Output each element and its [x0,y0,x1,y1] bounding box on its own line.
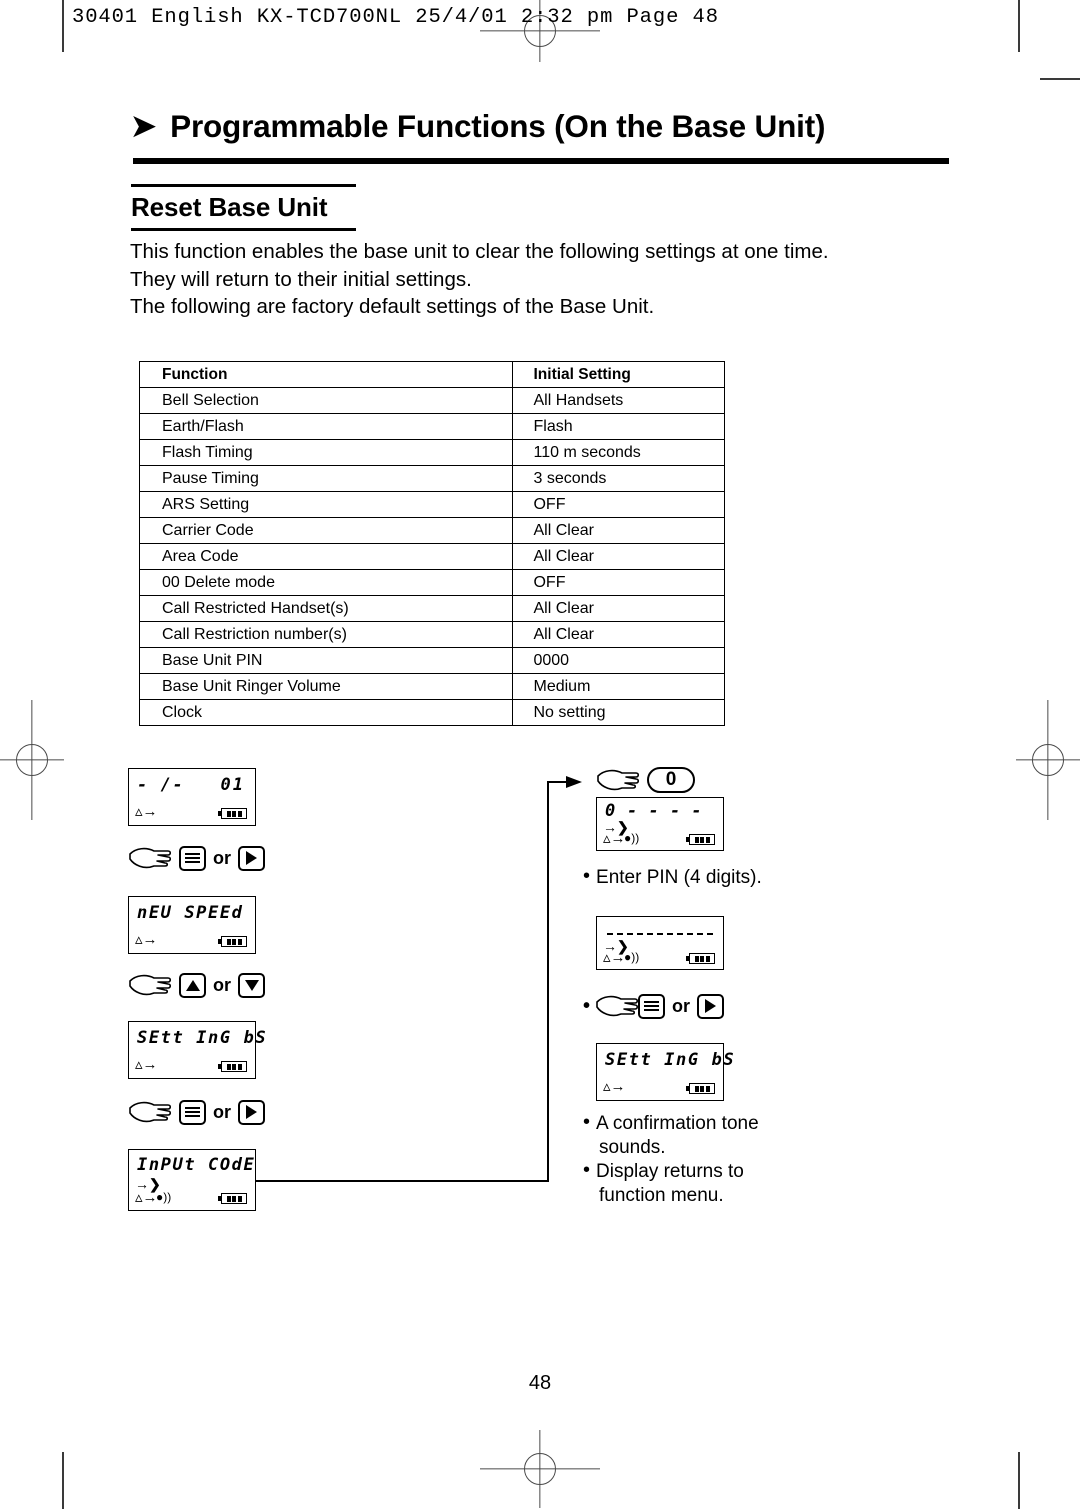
lcd-screen-pin-masked: →❯ ▵→ ●)) [596,916,724,970]
or-label: or [672,995,691,1016]
bullet-icon: • [583,995,591,1017]
menu-key-icon[interactable] [638,993,666,1019]
speaker-icon: ●)) [624,950,640,964]
or-label: or [213,974,231,995]
or-label: or [213,1101,231,1122]
speaker-icon: ●)) [624,831,640,845]
right-arrow-key-icon[interactable] [238,845,265,871]
antenna-icon: ▵→ [603,1078,626,1095]
battery-icon [218,1061,247,1072]
bullet-icon: • [583,1111,591,1133]
battery-icon [218,808,247,819]
lcd-screen-input-code: InPUt COdE →❯ ▵→ ●)) [128,1149,256,1211]
speaker-icon: ●)) [156,1190,172,1204]
lcd-screen-pin-entry: 0 - - - - →❯ ▵→ ●)) [596,797,724,851]
note-confirmation: • A confirmation tone sounds. • Display … [583,1112,853,1208]
note-text: A confirmation tone [596,1113,759,1134]
connector-arrowhead-icon [566,776,582,788]
antenna-icon: ▵→ [135,803,158,820]
pointing-hand-icon [129,1101,172,1123]
pointing-hand-icon [596,995,639,1017]
lcd-dashed-line [607,933,713,935]
note-enter-pin: • Enter PIN (4 digits). [583,866,843,890]
lcd-text-left: nEU SPEEd [137,903,244,923]
lcd-text-left: SEtt InG bS [137,1028,268,1048]
note-text: Enter PIN (4 digits). [596,867,762,888]
or-label: or [213,847,231,868]
key-step-menu-or-right-2[interactable]: or [128,1099,265,1125]
operation-flow-diagram: - /- 01 ▵→ or nEU SPEEd ▵→ or SEtt InG b… [0,0,1080,1509]
menu-key-icon[interactable] [179,1099,206,1125]
lcd-text-right: 01 [220,775,245,795]
key-step-zero[interactable]: 0 [596,767,695,793]
key-step-up-or-down[interactable]: or [128,972,265,998]
lcd-text-left: - /- [137,775,185,795]
battery-icon [686,953,715,964]
up-arrow-key-icon[interactable] [179,972,206,998]
pointing-hand-icon [129,974,172,996]
antenna-icon: ▵→ [603,949,626,966]
connector-vertical-riser [547,781,549,1182]
key-step-menu-or-right-1[interactable]: or [128,845,265,871]
pointing-hand-icon [597,769,640,791]
antenna-icon: ▵→ [135,1056,158,1073]
key-step-menu-or-right-3[interactable]: • or [583,993,725,1019]
page-content: ➤ Programmable Functions (On the Base Un… [0,0,1080,1509]
lcd-text-dashes: - - - - [627,801,703,821]
digit-zero-key[interactable]: 0 [647,767,695,793]
page-number: 48 [528,1372,552,1394]
right-arrow-key-icon[interactable] [697,993,725,1019]
menu-key-icon[interactable] [179,845,206,871]
bullet-icon: • [583,1159,591,1181]
down-arrow-key-icon[interactable] [238,972,265,998]
lcd-text-left: 0 [605,801,617,821]
pointing-hand-icon [129,847,172,869]
lcd-screen-new-speed: nEU SPEEd ▵→ [128,896,256,954]
antenna-icon: ▵→ [135,1189,158,1206]
lcd-screen-setting-bs-confirm: SEtt InG bS ▵→ [596,1043,734,1101]
lcd-text-left: InPUt COdE [137,1155,256,1175]
lcd-screen-standby: - /- 01 ▵→ [128,768,256,826]
bullet-icon: • [583,865,591,887]
note-text: Display returns to [596,1161,744,1182]
battery-icon [218,936,247,947]
lcd-text-left: SEtt InG bS [605,1050,736,1070]
battery-icon [686,1083,715,1094]
connector-horizontal-from-input-code [256,1180,549,1182]
battery-icon [686,834,715,845]
note-text-cont: function menu. [599,1185,724,1206]
note-text-cont: sounds. [599,1137,666,1158]
right-arrow-key-icon[interactable] [238,1099,265,1125]
battery-icon [218,1193,247,1204]
antenna-icon: ▵→ [603,830,626,847]
lcd-screen-setting-bs: SEtt InG bS ▵→ [128,1021,266,1079]
antenna-icon: ▵→ [135,931,158,948]
